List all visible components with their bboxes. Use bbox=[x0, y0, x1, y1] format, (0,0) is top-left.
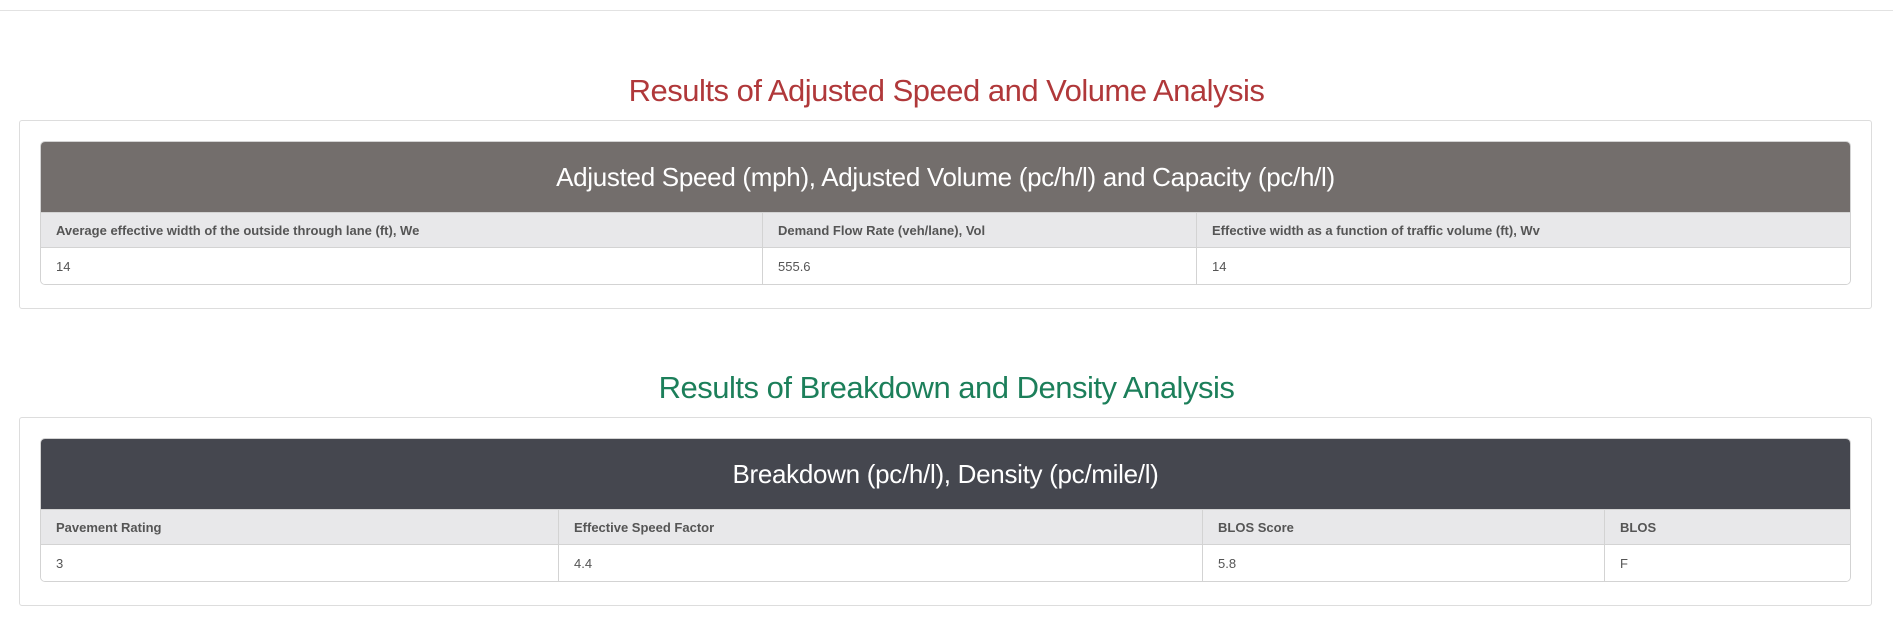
table-heading: Adjusted Speed (mph), Adjusted Volume (p… bbox=[41, 142, 1850, 212]
table-cell: F bbox=[1604, 545, 1850, 581]
column-header: Average effective width of the outside t… bbox=[56, 222, 420, 238]
column-header: BLOS Score bbox=[1202, 510, 1604, 544]
table-cell: 3 bbox=[56, 555, 64, 571]
table-cell: 5.8 bbox=[1202, 545, 1604, 581]
column-header: Demand Flow Rate (veh/lane), Vol bbox=[762, 213, 1196, 247]
table-header-row: Average effective width of the outside t… bbox=[41, 212, 1850, 248]
column-header: BLOS bbox=[1604, 510, 1850, 544]
speed-volume-panel: Adjusted Speed (mph), Adjusted Volume (p… bbox=[19, 120, 1872, 309]
table-row: 3 4.4 5.8 F bbox=[41, 545, 1850, 581]
column-header: Effective Speed Factor bbox=[558, 510, 1202, 544]
section-title-breakdown-density: Results of Breakdown and Density Analysi… bbox=[658, 369, 1235, 405]
table-row: 14 555.6 14 bbox=[41, 248, 1850, 284]
table-header-row: Pavement Rating Effective Speed Factor B… bbox=[41, 509, 1850, 545]
top-divider bbox=[0, 10, 1893, 11]
breakdown-density-panel: Breakdown (pc/h/l), Density (pc/mile/l) … bbox=[19, 417, 1872, 606]
table-cell: 4.4 bbox=[558, 545, 1202, 581]
column-header: Effective width as a function of traffic… bbox=[1196, 213, 1850, 247]
table-heading: Breakdown (pc/h/l), Density (pc/mile/l) bbox=[41, 439, 1850, 509]
column-header: Pavement Rating bbox=[56, 519, 162, 535]
table-cell: 14 bbox=[56, 258, 71, 274]
breakdown-density-table: Breakdown (pc/h/l), Density (pc/mile/l) … bbox=[40, 438, 1851, 582]
table-cell: 14 bbox=[1196, 248, 1850, 284]
table-cell: 555.6 bbox=[762, 248, 1196, 284]
section-title-speed-volume: Results of Adjusted Speed and Volume Ana… bbox=[628, 72, 1265, 108]
speed-volume-table: Adjusted Speed (mph), Adjusted Volume (p… bbox=[40, 141, 1851, 285]
